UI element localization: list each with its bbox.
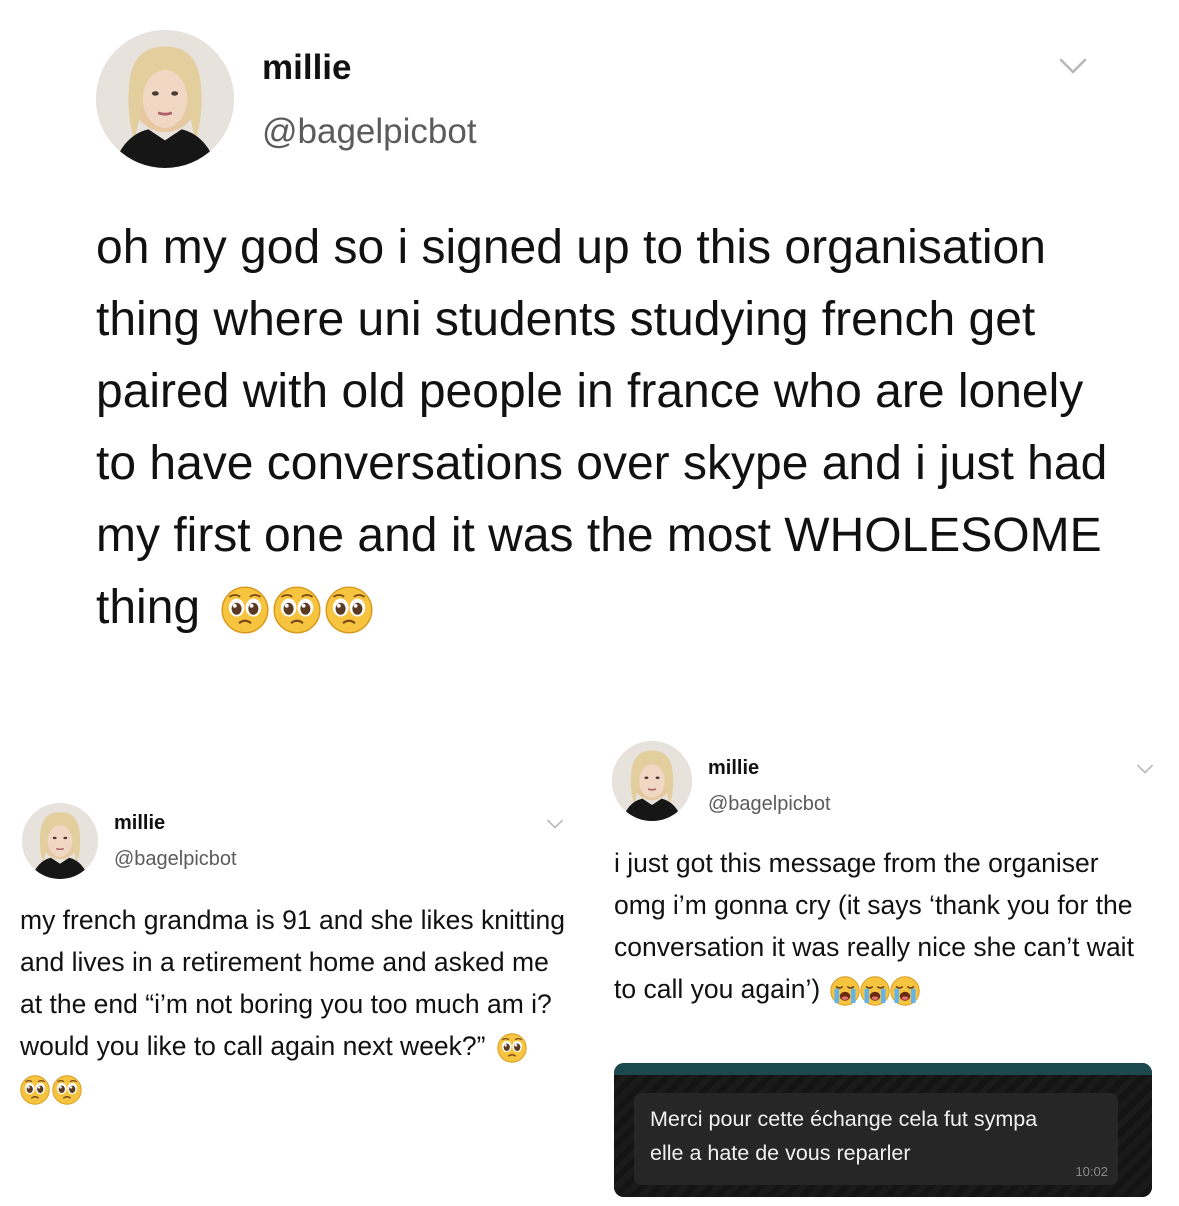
- loudly-crying-face-icon: [860, 976, 890, 1006]
- display-name[interactable]: millie: [114, 812, 165, 835]
- message-bubble[interactable]: Merci pour cette échange cela fut sympa …: [634, 1093, 1118, 1185]
- pleading-face-icon: [497, 1033, 527, 1063]
- loudly-crying-face-icon: [890, 976, 920, 1006]
- message-timestamp: 10:02: [1075, 1164, 1108, 1179]
- pleading-face-icon: [273, 586, 321, 634]
- pleading-face-icon: [325, 586, 373, 634]
- left-tweet: millie @bagelpicbot my french grandma is…: [0, 780, 590, 1206]
- pleading-face-icon: [221, 586, 269, 634]
- chevron-down-icon[interactable]: [546, 818, 564, 830]
- right-tweet: millie @bagelpicbot i just got this mess…: [590, 720, 1179, 1060]
- tweet-body: oh my god so i signed up to this organis…: [96, 221, 1108, 634]
- loudly-crying-face-icon: [830, 976, 860, 1006]
- user-handle[interactable]: @bagelpicbot: [114, 848, 237, 871]
- tweet-text: oh my god so i signed up to this organis…: [96, 212, 1136, 644]
- display-name[interactable]: millie: [708, 757, 759, 780]
- tweet-text: i just got this message from the organis…: [614, 842, 1154, 1010]
- message-screenshot: Merci pour cette échange cela fut sympa …: [614, 1063, 1152, 1197]
- avatar[interactable]: [612, 741, 692, 821]
- user-handle[interactable]: @bagelpicbot: [262, 112, 477, 152]
- chevron-down-icon[interactable]: [1136, 763, 1154, 775]
- tweet-text: my french grandma is 91 and she likes kn…: [20, 899, 570, 1109]
- display-name[interactable]: millie: [262, 48, 351, 88]
- message-text-line: elle a hate de vous reparler: [650, 1141, 911, 1165]
- tweet-body: my french grandma is 91 and she likes kn…: [20, 905, 565, 1061]
- main-tweet: millie @bagelpicbot oh my god so i signe…: [0, 0, 1179, 740]
- chat-header-bar: [614, 1063, 1152, 1075]
- pleading-face-icon: [52, 1075, 82, 1105]
- avatar[interactable]: [22, 803, 98, 879]
- pleading-face-icon: [20, 1075, 50, 1105]
- avatar[interactable]: [96, 30, 234, 168]
- user-handle[interactable]: @bagelpicbot: [708, 793, 831, 816]
- chevron-down-icon[interactable]: [1058, 56, 1088, 76]
- message-text-line: Merci pour cette échange cela fut sympa: [650, 1107, 1038, 1131]
